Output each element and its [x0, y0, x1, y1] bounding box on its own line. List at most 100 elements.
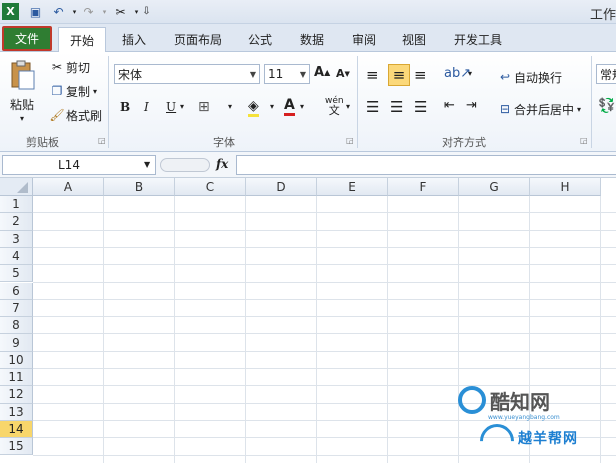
gridline-horizontal [33, 246, 616, 248]
customize-qat-icon[interactable]: ⇩ [138, 3, 155, 20]
font-name-dropdown-icon[interactable]: ▼ [250, 70, 256, 79]
watermark: 酷知网 www.yueyangbang.com 越羊帮网 [440, 380, 616, 465]
increase-font-icon[interactable]: A ▲ [314, 65, 330, 80]
column-header[interactable]: E [317, 178, 388, 196]
align-right-icon[interactable]: ☰ [414, 98, 427, 116]
formula-input[interactable] [236, 155, 616, 175]
brush-icon: 🖌 [49, 108, 65, 122]
decrease-indent-icon[interactable]: ⇤ [444, 98, 455, 113]
format-painter-button[interactable]: 🖌 格式刷 [48, 106, 102, 124]
row-header[interactable]: 1 [0, 196, 33, 214]
merge-center-button[interactable]: ⊟ 合并后居中 ▾ [496, 100, 581, 118]
paste-icon[interactable] [8, 56, 38, 96]
name-box-value: L14 [58, 158, 80, 172]
row-header[interactable]: 9 [0, 334, 33, 352]
number-format-combo[interactable]: 常规 [596, 64, 616, 84]
ribbon: 粘贴 ▾ ✂ 剪切 ❐ 复制 ▾ 🖌 格式刷 剪贴板 ◲ 宋体 ▼ 11 ▼ A… [0, 52, 616, 152]
row-header[interactable]: 8 [0, 317, 33, 335]
excel-logo-icon[interactable]: X [2, 3, 19, 20]
orientation-dropdown-icon[interactable]: ▾ [468, 69, 472, 78]
column-header[interactable]: F [388, 178, 459, 196]
column-header[interactable]: D [246, 178, 317, 196]
font-color-icon[interactable]: A [284, 97, 295, 116]
copy-icon: ❐ [51, 84, 63, 98]
increase-indent-icon[interactable]: ⇥ [466, 98, 477, 113]
row-header[interactable]: 5 [0, 265, 33, 283]
row-header[interactable]: 2 [0, 213, 33, 231]
decrease-font-icon[interactable]: A ▼ [336, 67, 350, 80]
row-header[interactable]: 13 [0, 403, 33, 421]
align-left-icon[interactable]: ☰ [366, 98, 379, 116]
tab-review[interactable]: 审阅 [344, 27, 384, 52]
merge-dropdown-icon[interactable]: ▾ [577, 105, 581, 114]
font-name-combo[interactable]: 宋体 ▼ [114, 64, 260, 84]
currency-icon[interactable]: 💱 [598, 98, 615, 114]
row-header[interactable]: 10 [0, 351, 33, 369]
tab-developer[interactable]: 开发工具 [446, 27, 510, 52]
column-header[interactable]: A [33, 178, 104, 196]
alignment-launcher-icon[interactable]: ◲ [580, 136, 588, 145]
tab-formulas[interactable]: 公式 [240, 27, 280, 52]
undo-icon[interactable]: ↶ [50, 3, 67, 20]
row-header[interactable]: 14 [0, 420, 33, 439]
fill-color-icon[interactable]: ◈ [248, 98, 259, 117]
insert-function-icon[interactable]: fx [216, 157, 228, 171]
wrap-text-button[interactable]: ↩ 自动换行 [496, 68, 562, 86]
underline-dropdown-icon[interactable]: ▾ [180, 102, 184, 111]
font-launcher-icon[interactable]: ◲ [346, 136, 354, 145]
column-header[interactable]: B [104, 178, 175, 196]
row-header[interactable]: 15 [0, 438, 33, 456]
paste-button[interactable]: 粘贴 [10, 96, 34, 113]
tab-insert[interactable]: 插入 [114, 27, 154, 52]
save-icon[interactable]: ▣ [27, 3, 44, 20]
column-header[interactable]: G [459, 178, 530, 196]
row-header[interactable]: 4 [0, 247, 33, 266]
select-all-corner[interactable] [0, 178, 33, 196]
fill-color-dropdown-icon[interactable]: ▾ [270, 102, 274, 111]
redo-icon[interactable]: ↷ [80, 3, 97, 20]
gridline-horizontal [33, 298, 616, 300]
column-header[interactable]: C [175, 178, 246, 196]
tab-page-layout[interactable]: 页面布局 [166, 27, 230, 52]
row-header[interactable]: 6 [0, 282, 33, 300]
copy-button[interactable]: ❐ 复制 ▾ [48, 82, 97, 100]
copy-dropdown-icon[interactable]: ▾ [93, 87, 97, 96]
group-separator [591, 56, 592, 148]
copy-label: 复制 [66, 84, 91, 99]
row-header[interactable]: 11 [0, 369, 33, 387]
watermark-site: 越羊帮网 [518, 431, 578, 447]
font-color-dropdown-icon[interactable]: ▾ [300, 102, 304, 111]
column-header[interactable]: H [530, 178, 601, 196]
merge-icon: ⊟ [499, 102, 511, 116]
phonetic-dropdown-icon[interactable]: ▾ [346, 102, 350, 111]
redo-dropdown-icon[interactable]: ▾ [96, 3, 113, 20]
tab-home[interactable]: 开始 [58, 27, 106, 53]
row-header[interactable]: 7 [0, 299, 33, 318]
tab-view[interactable]: 视图 [394, 27, 434, 52]
align-middle-icon[interactable]: ≡ [388, 64, 410, 86]
underline-button[interactable]: U [166, 100, 176, 114]
clipboard-launcher-icon[interactable]: ◲ [98, 136, 106, 145]
tab-file[interactable]: 文件 [2, 26, 52, 51]
quick-access-toolbar: X ▣ ↶ ▾ ↷ ▾ ✂ ▾ ⇩ 工作 [0, 0, 616, 24]
tools-icon[interactable]: ✂ [112, 3, 129, 20]
font-size-combo[interactable]: 11 ▼ [264, 64, 310, 84]
border-dropdown-icon[interactable]: ▾ [228, 102, 232, 111]
row-header[interactable]: 3 [0, 230, 33, 248]
name-box-dropdown-icon[interactable]: ▼ [144, 160, 150, 169]
align-top-icon[interactable]: ≡ [366, 66, 379, 84]
cut-button[interactable]: ✂ 剪切 [48, 58, 90, 76]
font-size-dropdown-icon[interactable]: ▼ [300, 70, 306, 79]
phonetic-icon[interactable]: wén 文 [325, 97, 344, 117]
paste-dropdown-icon[interactable]: ▾ [20, 114, 24, 123]
align-bottom-icon[interactable]: ≡ [414, 66, 427, 84]
row-header[interactable]: 12 [0, 386, 33, 404]
align-center-icon[interactable]: ☰ [390, 98, 403, 116]
bold-button[interactable]: B [120, 100, 130, 114]
formula-bar-divider[interactable] [160, 158, 210, 172]
watermark-wifi-icon [472, 416, 522, 465]
tab-data[interactable]: 数据 [292, 27, 332, 52]
name-box[interactable]: L14 [2, 155, 156, 175]
italic-button[interactable]: I [144, 100, 149, 114]
border-icon[interactable]: ⊞ [198, 99, 210, 115]
